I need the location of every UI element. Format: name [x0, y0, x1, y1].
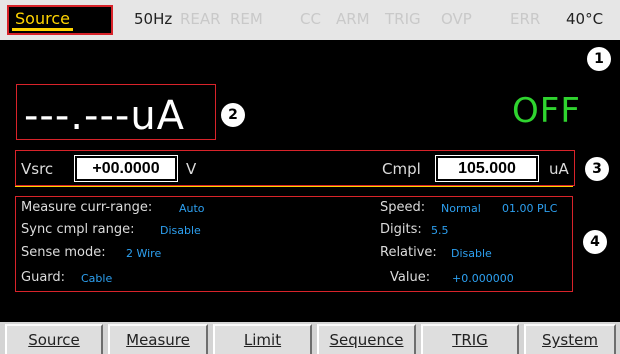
digits-value[interactable]: 5.5 — [431, 224, 449, 237]
measure-range-label: Measure curr-range: — [21, 200, 153, 215]
callout-badge-4: 4 — [583, 230, 607, 254]
softkey-menu: Source Measure Limit Sequence TRIG Syste… — [0, 322, 620, 354]
indicator-arm: ARM — [336, 10, 370, 28]
speed-label: Speed: — [380, 200, 426, 215]
relative-offset-value[interactable]: +0.000000 — [452, 272, 514, 285]
value-label: Value: — [390, 270, 431, 285]
relative-value[interactable]: Disable — [451, 247, 492, 260]
vsrc-label: Vsrc — [21, 160, 54, 178]
menu-tab-measure[interactable]: Measure — [108, 324, 208, 354]
cmpl-unit: uA — [549, 160, 569, 178]
speed-plc-value[interactable]: 01.00 PLC — [502, 202, 557, 215]
indicator-ovp: OVP — [441, 10, 472, 28]
guard-label: Guard: — [21, 270, 66, 285]
indicator-50hz: 50Hz — [134, 10, 173, 28]
temperature-readout: 40°C — [566, 10, 604, 28]
indicator-rear: REAR — [180, 10, 221, 28]
sense-mode-value[interactable]: 2 Wire — [126, 247, 161, 260]
function-label[interactable]: Source — [12, 9, 73, 31]
guard-value[interactable]: Cable — [81, 272, 112, 285]
callout-badge-2: 2 — [221, 103, 245, 127]
indicator-rem: REM — [230, 10, 263, 28]
vsrc-unit: V — [186, 160, 197, 178]
cmpl-label: Cmpl — [382, 160, 421, 178]
sync-cmpl-label: Sync cmpl range: — [21, 222, 135, 237]
speed-value[interactable]: Normal — [441, 202, 481, 215]
function-indicator-box: Source — [7, 5, 113, 35]
indicator-trig: TRIG — [385, 10, 421, 28]
menu-tab-limit[interactable]: Limit — [213, 324, 312, 354]
cmpl-field[interactable]: 105.000 — [435, 155, 539, 182]
relative-label: Relative: — [380, 245, 437, 260]
menu-tab-system[interactable]: System — [524, 324, 616, 354]
separator-line — [15, 186, 573, 187]
measurement-reading: ---.---uA — [24, 93, 186, 139]
menu-tab-sequence-label: Sequence — [329, 331, 404, 349]
output-state: OFF — [512, 91, 581, 131]
digits-label: Digits: — [380, 222, 422, 237]
menu-tab-trig[interactable]: TRIG — [421, 324, 519, 354]
indicator-err: ERR — [510, 10, 541, 28]
menu-tab-trig-label: TRIG — [452, 331, 488, 349]
menu-tab-sequence[interactable]: Sequence — [317, 324, 416, 354]
menu-tab-system-label: System — [542, 331, 598, 349]
menu-tab-limit-label: Limit — [243, 331, 282, 349]
status-bar: Source 50Hz REAR REM CC ARM TRIG OVP ERR… — [0, 0, 620, 40]
menu-tab-measure-label: Measure — [126, 331, 190, 349]
menu-tab-source-label: Source — [28, 331, 80, 349]
indicator-cc: CC — [300, 10, 321, 28]
vsrc-field[interactable]: +00.0000 — [74, 155, 178, 182]
callout-badge-3: 3 — [585, 157, 609, 181]
sense-mode-label: Sense mode: — [21, 245, 106, 260]
sync-cmpl-value[interactable]: Disable — [160, 224, 201, 237]
menu-tab-source[interactable]: Source — [5, 324, 103, 354]
measure-range-value[interactable]: Auto — [179, 202, 205, 215]
callout-badge-1: 1 — [587, 47, 611, 71]
